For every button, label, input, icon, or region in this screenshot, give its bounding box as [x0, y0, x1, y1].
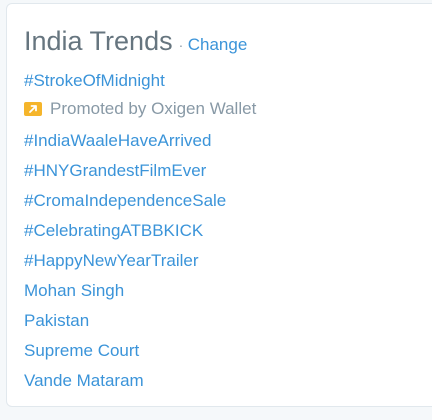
promoted-badge: Promoted by Oxigen Wallet [24, 99, 256, 119]
promoted-arrow-icon [24, 102, 42, 116]
promoted-by-text: Promoted by Oxigen Wallet [50, 99, 257, 118]
header-separator: · [178, 37, 184, 53]
trends-module: India Trends · Change #StrokeOfMidnight P… [6, 3, 432, 407]
trend-link[interactable]: Supreme Court [24, 341, 139, 361]
trend-link[interactable]: #IndiaWaaleHaveArrived [24, 131, 211, 151]
trend-link[interactable]: #CelebratingATBBKICK [24, 221, 203, 241]
trend-link[interactable]: Pakistan [24, 311, 89, 331]
trends-header: India Trends · Change [24, 26, 247, 57]
change-location-link[interactable]: Change [188, 35, 248, 54]
trends-title: India Trends [24, 26, 173, 56]
trend-link[interactable]: Vande Mataram [24, 371, 144, 391]
promoted-trend-link[interactable]: #StrokeOfMidnight [24, 71, 165, 91]
trend-link[interactable]: #HNYGrandestFilmEver [24, 161, 206, 181]
trend-link[interactable]: Mohan Singh [24, 281, 124, 301]
trend-link[interactable]: #HappyNewYearTrailer [24, 251, 199, 271]
trend-link[interactable]: #CromaIndependenceSale [24, 191, 226, 211]
